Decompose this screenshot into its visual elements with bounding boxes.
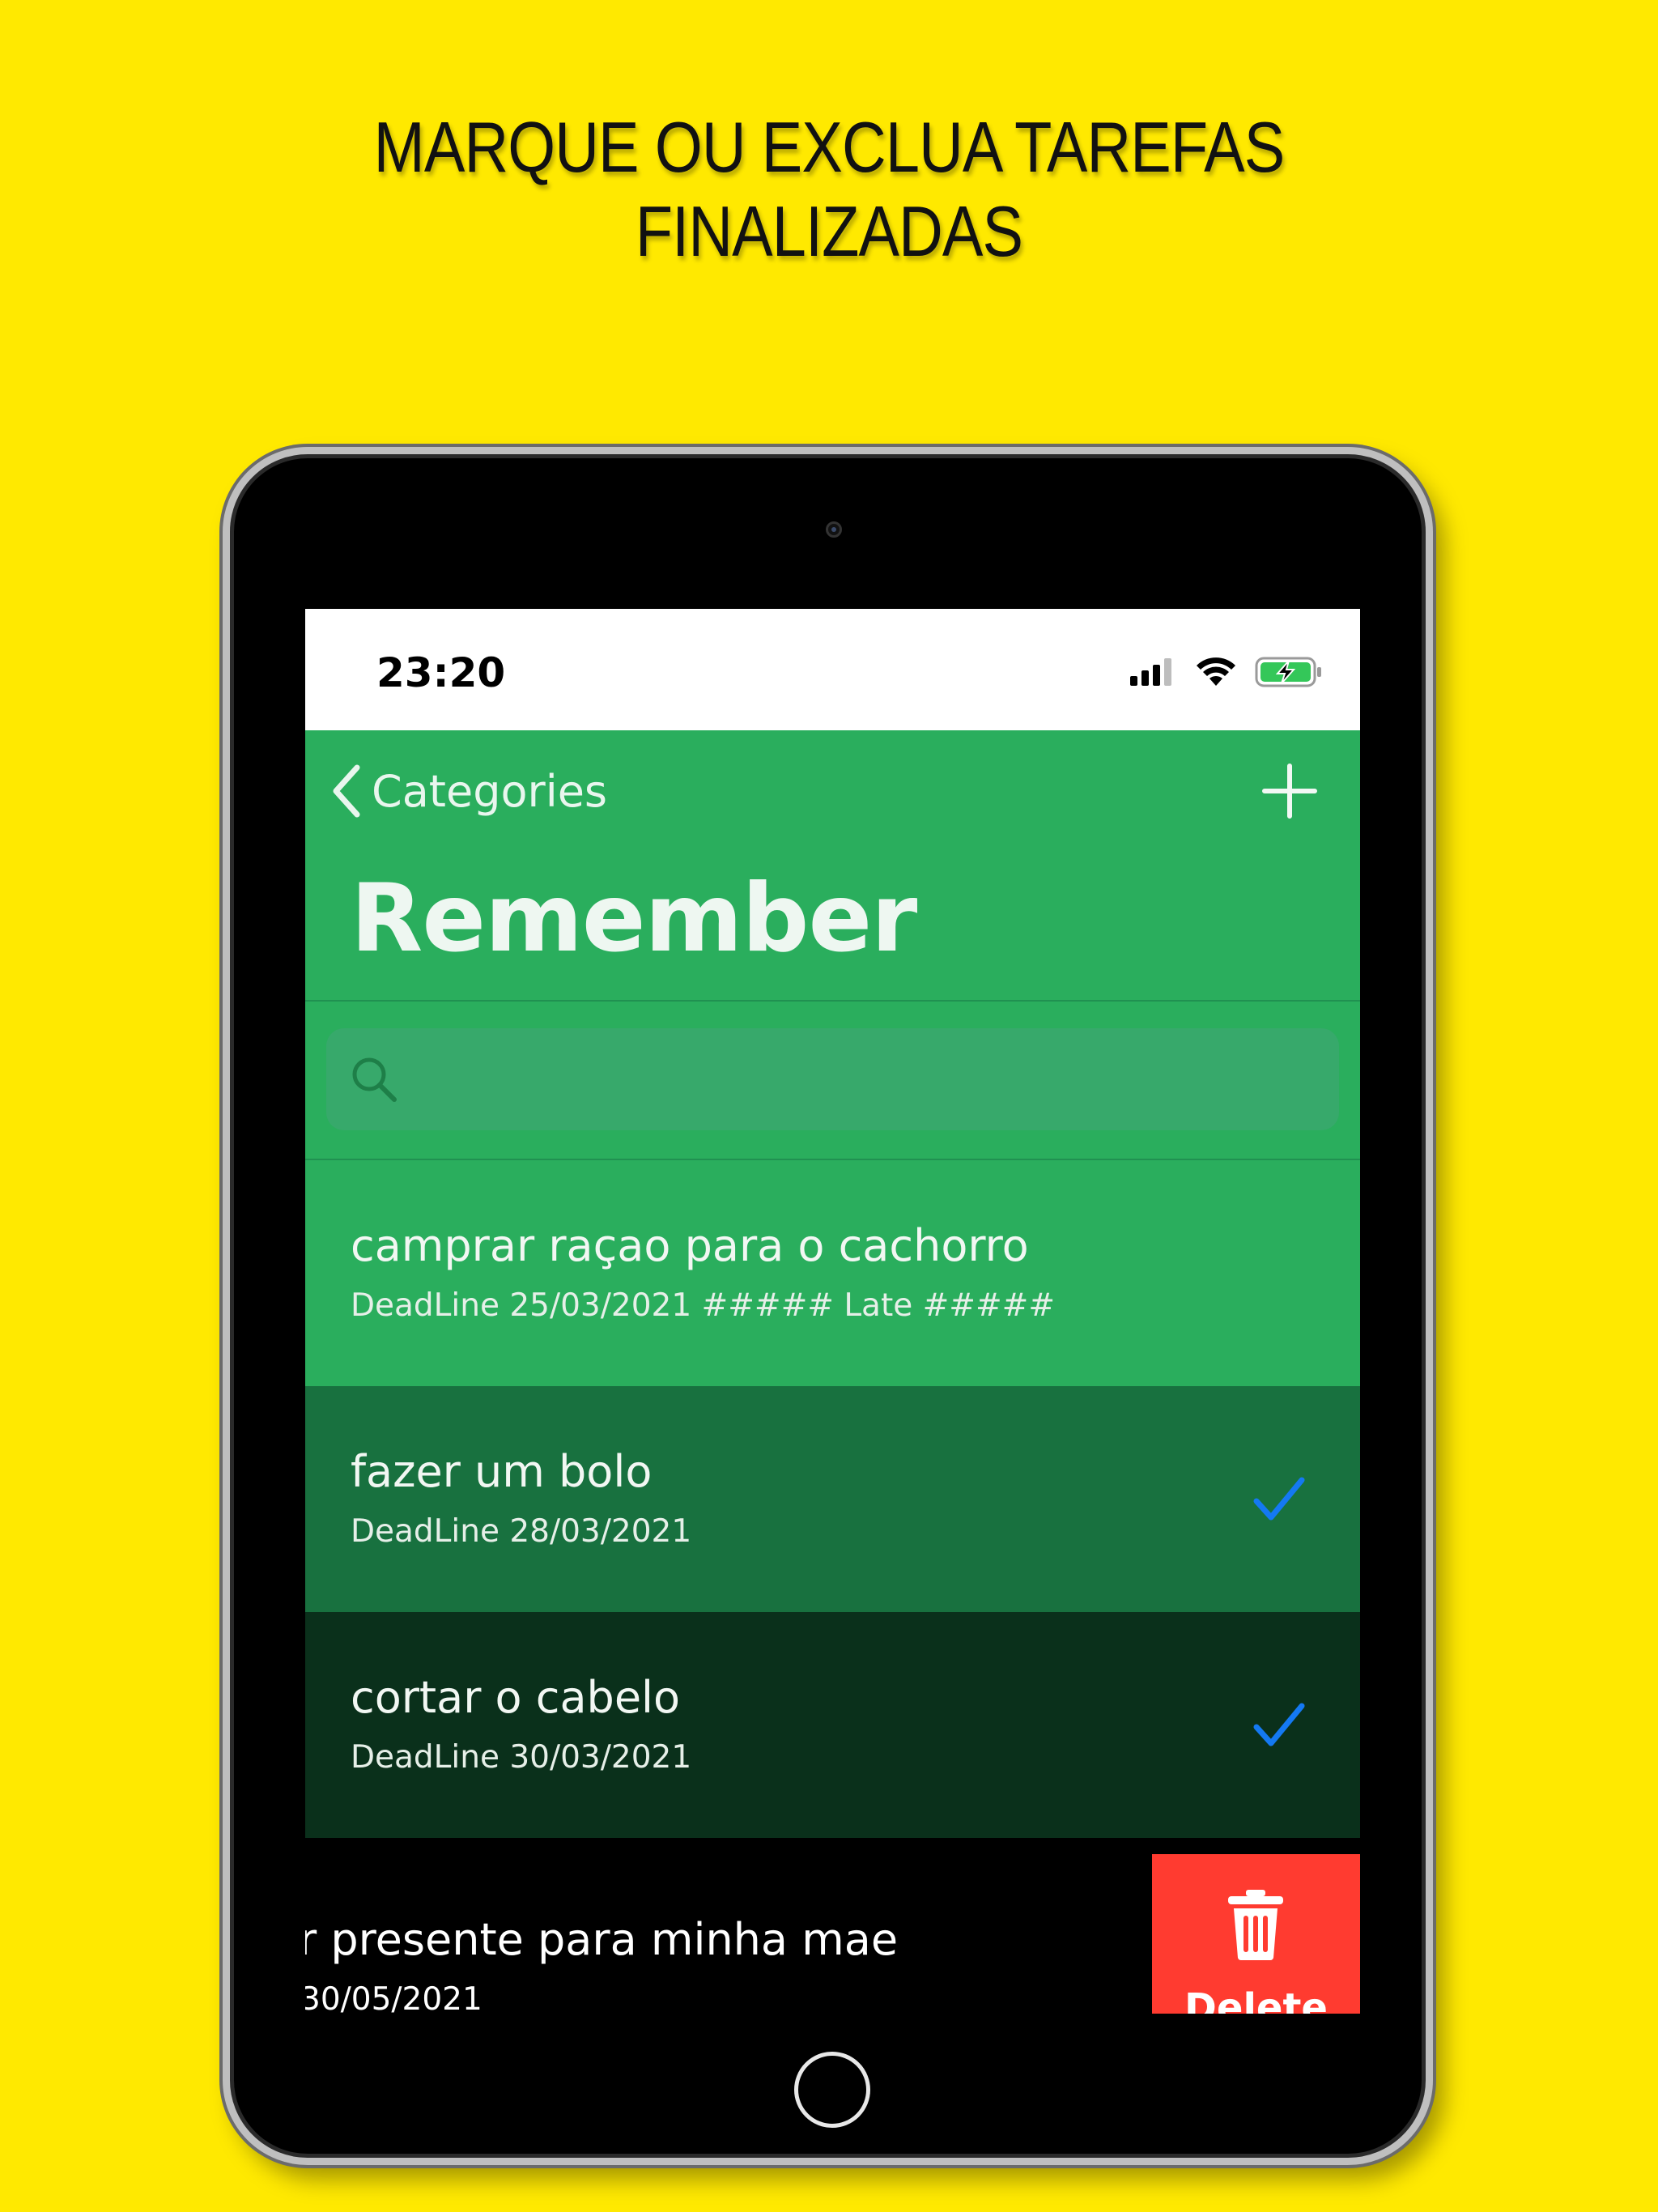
trash-icon [1228,1890,1283,1960]
plus-icon[interactable] [1261,763,1318,819]
cellular-signal-icon [1130,658,1171,686]
task-deadline: DeadLine 25/03/2021 ##### Late ##### [351,1287,1056,1324]
front-camera [826,521,842,538]
back-button[interactable]: Categories [328,759,607,823]
promo-headline: MARQUE OU EXCLUA TAREFAS FINALIZADAS [116,105,1541,274]
page-title: Remember [351,864,917,973]
task-deadline: 30/05/2021 [305,1981,483,2014]
task-deadline: DeadLine 28/03/2021 [351,1513,692,1550]
search-field[interactable] [326,1027,1339,1131]
task-title: camprar raçao para o cachorro [351,1220,1029,1271]
task-row[interactable]: camprar raçao para o cachorro DeadLine 2… [305,1160,1360,1386]
status-bar: 23:20 [305,609,1360,730]
promo-headline-line-2: FINALIZADAS [635,191,1023,271]
checkmark-icon [1253,1477,1305,1521]
swiped-task-row[interactable]: r presente para minha mae 30/05/2021 Del… [305,1854,1360,2014]
task-title: fazer um bolo [351,1446,653,1497]
app-screen: 23:20 Categories Remember camprar raçao … [305,609,1360,2014]
search-input[interactable] [401,1027,1339,1131]
task-row[interactable]: fazer um bolo DeadLine 28/03/2021 [305,1386,1360,1612]
back-button-label: Categories [372,765,608,817]
battery-charging-icon [1255,657,1321,687]
ipad-frame: 23:20 Categories Remember camprar raçao … [223,447,1433,2165]
search-icon [352,1057,397,1102]
task-title: cortar o cabelo [351,1672,681,1723]
checkmark-icon [1253,1703,1305,1746]
task-row[interactable]: cortar o cabelo DeadLine 30/03/2021 [305,1612,1360,1838]
chevron-left-icon [333,764,360,818]
search-bar [305,1002,1360,1160]
home-button[interactable] [794,2052,870,2128]
task-deadline: DeadLine 30/03/2021 [351,1739,692,1776]
status-time: 23:20 [376,649,506,696]
delete-button-label: Delete [1184,1985,1328,2014]
navigation-bar: Categories Remember [305,730,1360,1002]
promo-headline-line-1: MARQUE OU EXCLUA TAREFAS [373,107,1286,187]
status-icons [1130,653,1323,691]
task-title: r presente para minha mae [305,1914,899,1965]
wifi-icon [1197,657,1235,686]
delete-button[interactable]: Delete [1152,1854,1360,2014]
